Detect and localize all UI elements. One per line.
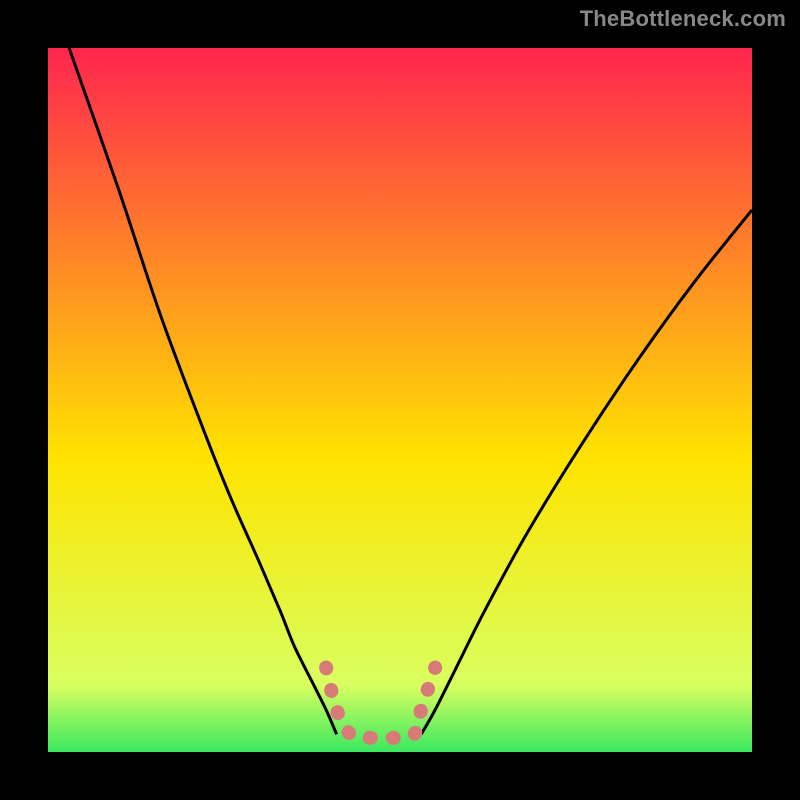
- chart-container: TheBottleneck.com: [0, 0, 800, 800]
- plot-frame: [24, 24, 776, 776]
- watermark-text: TheBottleneck.com: [580, 6, 786, 32]
- bottleneck-chart: [0, 0, 800, 800]
